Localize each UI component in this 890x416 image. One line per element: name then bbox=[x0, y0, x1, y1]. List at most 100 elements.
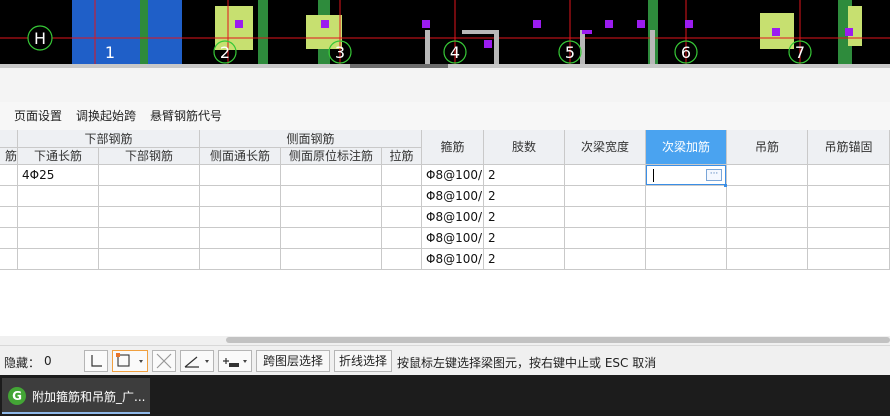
cell-bottom-continuous[interactable]: 4Φ25 bbox=[18, 165, 99, 186]
cell-empty[interactable] bbox=[727, 207, 808, 228]
column-header-side-original[interactable]: 侧面原位标注筋 bbox=[281, 148, 382, 165]
swap-start-span-button[interactable]: 调换起始跨 bbox=[76, 108, 136, 124]
cell-empty[interactable] bbox=[727, 165, 808, 186]
column-header-partial[interactable]: 筋 bbox=[0, 148, 18, 165]
polyline-select-button[interactable]: 折线选择 bbox=[334, 350, 392, 372]
horizontal-scrollbar-thumb[interactable] bbox=[226, 337, 890, 343]
fill-handle[interactable] bbox=[724, 184, 727, 187]
column-header-secondary-beam-add[interactable]: 次梁加筋 bbox=[646, 130, 727, 165]
column-header-legs[interactable]: 肢数 bbox=[484, 130, 565, 165]
cad-canvas[interactable]: H 1 2 3 4 5 6 7 bbox=[0, 0, 890, 64]
table-header-group-bottom-rebar: 下部钢筋 bbox=[18, 130, 200, 148]
cell-empty[interactable] bbox=[382, 186, 422, 207]
cell-legs[interactable]: 2 bbox=[484, 207, 565, 228]
cad-slab-region bbox=[72, 0, 182, 64]
cell-bottom-continuous[interactable] bbox=[18, 249, 99, 270]
cell-empty[interactable] bbox=[727, 249, 808, 270]
cell-empty[interactable] bbox=[646, 249, 727, 270]
column-header-bottom-continuous[interactable]: 下通长筋 bbox=[18, 148, 99, 165]
cell-empty[interactable] bbox=[646, 207, 727, 228]
cell-empty[interactable] bbox=[99, 207, 200, 228]
cell-empty[interactable] bbox=[281, 165, 382, 186]
cell-empty[interactable] bbox=[200, 186, 281, 207]
cell-empty[interactable] bbox=[99, 165, 200, 186]
cell-empty[interactable] bbox=[382, 228, 422, 249]
cell-empty[interactable] bbox=[0, 186, 18, 207]
column-header-secondary-beam-width[interactable]: 次梁宽度 bbox=[565, 130, 646, 165]
cell-empty[interactable] bbox=[99, 249, 200, 270]
cell-empty[interactable] bbox=[727, 186, 808, 207]
cell-legs[interactable]: 2 bbox=[484, 249, 565, 270]
cell-bottom-continuous[interactable] bbox=[18, 228, 99, 249]
cell-empty[interactable] bbox=[727, 228, 808, 249]
cad-marker bbox=[484, 40, 492, 48]
cell-empty[interactable] bbox=[281, 249, 382, 270]
cad-opening bbox=[580, 30, 585, 64]
orthogonal-snap-icon[interactable] bbox=[84, 350, 108, 372]
cell-empty[interactable] bbox=[99, 186, 200, 207]
cross-select-icon[interactable] bbox=[152, 350, 176, 372]
cell-empty[interactable] bbox=[808, 207, 890, 228]
cell-empty[interactable] bbox=[200, 207, 281, 228]
cad-axis-label-1: 1 bbox=[105, 43, 115, 62]
ellipsis-button[interactable]: ··· bbox=[706, 169, 722, 181]
cell-empty[interactable] bbox=[565, 249, 646, 270]
cell-empty[interactable] bbox=[0, 207, 18, 228]
cell-empty[interactable] bbox=[382, 249, 422, 270]
cross-layer-select-button[interactable]: 跨图层选择 bbox=[256, 350, 330, 372]
column-header-bottom-rebar[interactable]: 下部钢筋 bbox=[99, 148, 200, 165]
cell-empty[interactable] bbox=[382, 207, 422, 228]
select-mode-icon[interactable] bbox=[112, 350, 148, 372]
cell-empty[interactable] bbox=[808, 165, 890, 186]
cad-axis-label-h: H bbox=[34, 29, 46, 48]
cell-empty[interactable] bbox=[281, 228, 382, 249]
cell-empty[interactable] bbox=[200, 228, 281, 249]
cell-empty[interactable] bbox=[200, 165, 281, 186]
cell-stirrup[interactable]: Φ8@100/ bbox=[422, 207, 484, 228]
column-header-tie-bar[interactable]: 拉筋 bbox=[382, 148, 422, 165]
cell-empty[interactable] bbox=[808, 249, 890, 270]
rebar-table[interactable]: 下部钢筋 侧面钢筋 筋 下通长筋 下部钢筋 侧面通长筋 侧面原位标注筋 拉筋 箍… bbox=[0, 130, 890, 336]
cell-empty[interactable] bbox=[382, 165, 422, 186]
cell-stirrup[interactable]: Φ8@100/ bbox=[422, 186, 484, 207]
taskbar-window-button[interactable]: G 附加箍筋和吊筋_广... bbox=[2, 378, 150, 414]
status-bar: 隐藏： 0 跨图层选择 折线选择 按鼠标左键选择梁图元，按右键中止或 ESC 取… bbox=[0, 345, 890, 376]
cell-legs[interactable]: 2 bbox=[484, 165, 565, 186]
cell-empty[interactable] bbox=[0, 165, 18, 186]
cad-marker bbox=[582, 30, 592, 34]
cell-empty[interactable] bbox=[0, 228, 18, 249]
offset-snap-icon[interactable] bbox=[218, 350, 252, 372]
cell-empty[interactable] bbox=[808, 228, 890, 249]
cell-stirrup[interactable]: Φ8@100/ bbox=[422, 249, 484, 270]
cell-empty[interactable] bbox=[281, 207, 382, 228]
page-setup-button[interactable]: 页面设置 bbox=[14, 108, 62, 124]
column-header-hanger-anchor[interactable]: 吊筋锚固 bbox=[808, 130, 890, 165]
cell-empty[interactable] bbox=[99, 228, 200, 249]
cell-empty[interactable] bbox=[808, 186, 890, 207]
cell-empty[interactable] bbox=[565, 228, 646, 249]
cell-bottom-continuous[interactable] bbox=[18, 186, 99, 207]
angle-snap-icon[interactable] bbox=[180, 350, 214, 372]
cell-legs[interactable]: 2 bbox=[484, 186, 565, 207]
cell-empty[interactable] bbox=[281, 186, 382, 207]
cell-empty[interactable] bbox=[565, 207, 646, 228]
cad-drawing-view[interactable]: H 1 2 3 4 5 6 7 bbox=[0, 0, 890, 64]
cell-stirrup[interactable]: Φ8@100/ bbox=[422, 228, 484, 249]
cell-empty[interactable] bbox=[0, 249, 18, 270]
cell-empty[interactable] bbox=[565, 165, 646, 186]
column-header-side-continuous[interactable]: 侧面通长筋 bbox=[200, 148, 281, 165]
cantilever-code-button[interactable]: 悬臂钢筋代号 bbox=[150, 108, 222, 124]
cell-empty[interactable] bbox=[646, 186, 727, 207]
cad-marker bbox=[605, 20, 613, 28]
cell-empty[interactable] bbox=[565, 186, 646, 207]
secondary-beam-add-editor[interactable]: ··· bbox=[646, 165, 726, 185]
cell-bottom-continuous[interactable] bbox=[18, 207, 99, 228]
cell-stirrup[interactable]: Φ8@100/ bbox=[422, 165, 484, 186]
taskbar-window-title: 附加箍筋和吊筋_广... bbox=[32, 390, 146, 404]
cell-empty[interactable] bbox=[646, 228, 727, 249]
cell-empty[interactable] bbox=[200, 249, 281, 270]
status-hint: 按鼠标左键选择梁图元，按右键中止或 ESC 取消 bbox=[397, 356, 657, 370]
column-header-stirrup[interactable]: 箍筋 bbox=[422, 130, 484, 165]
cell-legs[interactable]: 2 bbox=[484, 228, 565, 249]
column-header-hanger[interactable]: 吊筋 bbox=[727, 130, 808, 165]
